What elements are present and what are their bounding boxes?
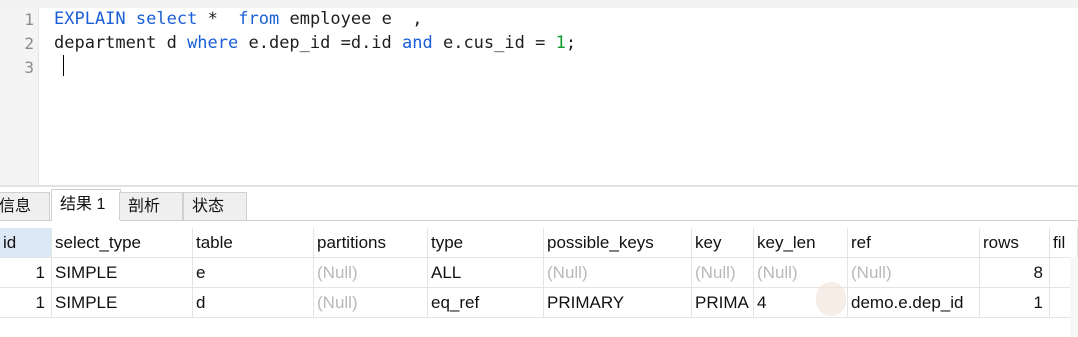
column-header-ref[interactable]: ref xyxy=(848,228,980,258)
cell-key[interactable]: PRIMA xyxy=(692,288,754,318)
cell-table[interactable]: e xyxy=(193,258,314,288)
vertical-scrollbar[interactable] xyxy=(1070,257,1078,337)
tab-label: 状态 xyxy=(192,198,225,215)
cell-select-type[interactable]: SIMPLE xyxy=(52,288,193,318)
cell-possible-keys[interactable]: (Null) xyxy=(544,258,692,288)
column-header-filtered[interactable]: fil xyxy=(1050,228,1078,258)
line-number: 3 xyxy=(24,58,34,77)
column-header-select-type[interactable]: select_type xyxy=(52,228,193,258)
number-literal: 1 xyxy=(555,33,566,53)
tab-label: 结果 1 xyxy=(60,196,106,213)
line-number: 2 xyxy=(24,34,34,53)
code-text: department d xyxy=(54,33,188,53)
column-header-possible-keys[interactable]: possible_keys xyxy=(544,228,692,258)
line-number: 1 xyxy=(24,10,34,29)
tab-baseline xyxy=(0,220,1078,221)
mascot-icon xyxy=(816,282,846,316)
tab-info[interactable]: 信息 xyxy=(0,192,50,220)
code-text: ; xyxy=(565,33,577,53)
code-text: employee e , xyxy=(279,9,423,29)
cell-select-type[interactable]: SIMPLE xyxy=(52,258,193,288)
column-header-id[interactable]: id xyxy=(0,228,52,258)
cell-key[interactable]: (Null) xyxy=(692,258,754,288)
result-tabs: 信息 结果 1 剖析 状态 xyxy=(0,187,1078,221)
grid-header-row: id select_type table partitions type pos… xyxy=(0,228,1078,258)
column-header-rows[interactable]: rows xyxy=(980,228,1050,258)
code-text: e.cus_id = xyxy=(432,33,556,53)
keyword-from: from xyxy=(238,9,280,29)
code-text: e.dep_id =d.id xyxy=(238,33,403,53)
tab-result-1[interactable]: 结果 1 xyxy=(51,189,121,221)
column-header-table[interactable]: table xyxy=(193,228,314,258)
keyword-where: where xyxy=(187,33,239,53)
line-number-gutter: 1 2 3 xyxy=(0,8,39,186)
cell-partitions[interactable]: (Null) xyxy=(314,288,428,318)
cell-type[interactable]: ALL xyxy=(428,258,544,288)
tab-label: 信息 xyxy=(0,198,32,215)
sql-editor[interactable]: 1 2 3 EXPLAIN select * from employee e ,… xyxy=(0,0,1078,186)
column-header-key[interactable]: key xyxy=(692,228,754,258)
editor-top-strip xyxy=(0,0,1078,8)
cell-possible-keys[interactable]: PRIMARY xyxy=(544,288,692,318)
tab-profile[interactable]: 剖析 xyxy=(119,192,183,220)
keyword-select: select xyxy=(135,9,198,29)
code-text: * xyxy=(197,9,229,29)
column-header-type[interactable]: type xyxy=(428,228,544,258)
tab-label: 剖析 xyxy=(128,198,161,215)
cell-type[interactable]: eq_ref xyxy=(428,288,544,318)
keyword-and: and xyxy=(402,33,433,53)
code-line-1[interactable]: EXPLAIN select * from employee e , xyxy=(54,9,423,29)
text-caret xyxy=(63,55,64,76)
keyword-explain: EXPLAIN xyxy=(54,9,126,29)
cell-id[interactable]: 1 xyxy=(0,288,52,318)
column-header-partitions[interactable]: partitions xyxy=(314,228,428,258)
watermark-logo xyxy=(816,278,1026,322)
cell-id[interactable]: 1 xyxy=(0,258,52,288)
cell-table[interactable]: d xyxy=(193,288,314,318)
cell-partitions[interactable]: (Null) xyxy=(314,258,428,288)
column-header-key-len[interactable]: key_len xyxy=(754,228,848,258)
tab-status[interactable]: 状态 xyxy=(183,192,247,220)
code-line-2[interactable]: department d where e.dep_id =d.id and e.… xyxy=(54,33,576,53)
